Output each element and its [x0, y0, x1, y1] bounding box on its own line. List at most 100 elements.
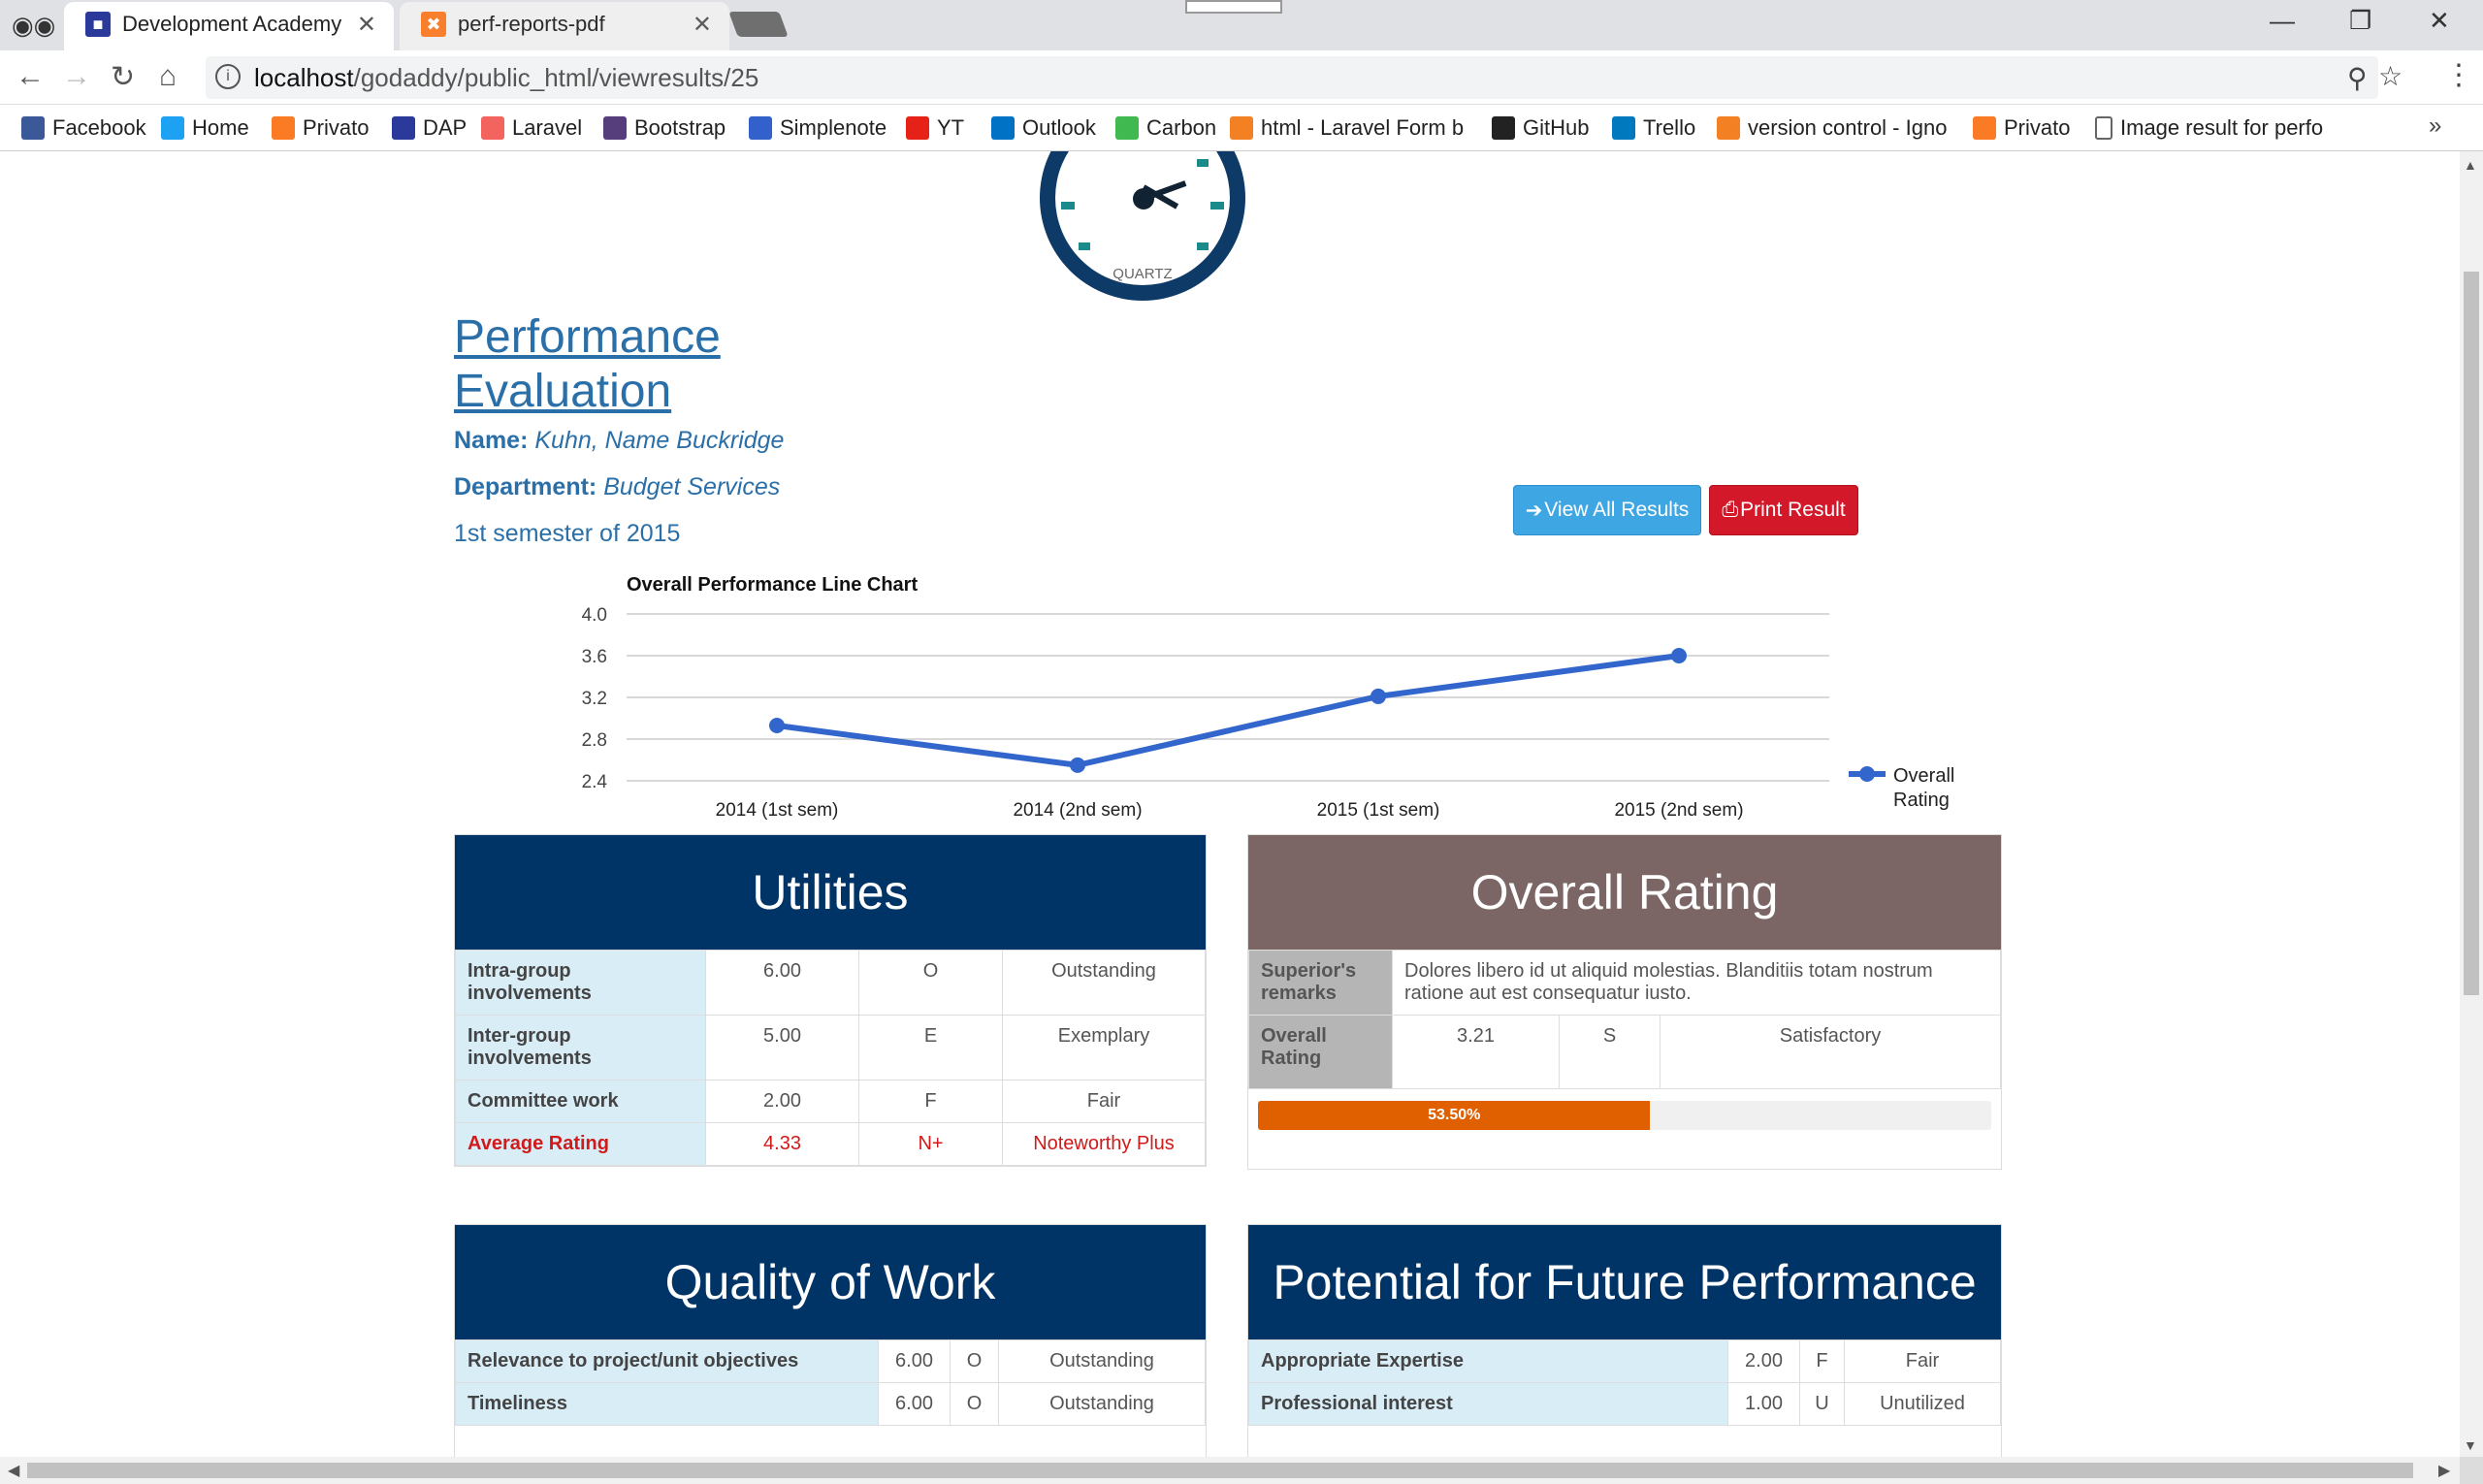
cell-code: O	[858, 950, 1003, 1016]
address-bar[interactable]: i localhost/godaddy/public_html/viewresu…	[206, 56, 2402, 99]
bookmark-5[interactable]: Bootstrap	[603, 113, 726, 144]
bookmark-label: version control - Igno	[1748, 115, 1948, 140]
scroll-up-icon[interactable]: ▲	[2464, 157, 2477, 173]
tab-title: Development Academy c	[122, 12, 345, 36]
xampp-icon: ✖	[421, 12, 446, 37]
info-icon[interactable]: i	[215, 64, 241, 89]
cell-label: Timeliness	[455, 1382, 879, 1426]
y-tick-label: 4.0	[582, 605, 607, 626]
incognito-icon: ◉◉	[12, 11, 56, 40]
panel-title: Overall Rating	[1248, 835, 2001, 950]
utilities-table: Intra-group involvements 6.00 O Outstanding…	[455, 950, 1206, 1166]
horizontal-scrollbar[interactable]: ◀ ▶	[0, 1457, 2460, 1484]
table-row: Professional interest 1.00 U Unutilized	[1248, 1382, 2001, 1426]
vertical-scrollbar[interactable]: ▲ ▼	[2460, 151, 2483, 1457]
bookmark-6[interactable]: Simplenote	[749, 113, 887, 144]
cell-score: 6.00	[878, 1339, 951, 1383]
cell-label: Average Rating	[455, 1122, 706, 1166]
home-icon[interactable]: ⌂	[159, 60, 177, 93]
cell-score: 4.33	[705, 1122, 859, 1166]
overall-desc: Satisfactory	[1660, 1015, 2001, 1089]
bookmark-3[interactable]: DAP	[392, 113, 467, 144]
bookmark-2[interactable]: Privato	[272, 113, 369, 144]
table-row: Overall Rating 3.21 S Satisfactory	[1248, 1015, 2001, 1089]
panel-title: Utilities	[455, 835, 1206, 950]
quality-table: Relevance to project/unit objectives 6.00…	[455, 1339, 1206, 1426]
overall-table: Superior's remarks Dolores libero id ut …	[1248, 950, 2001, 1089]
bookmark-label: Image result for perfo	[2120, 115, 2324, 140]
bookmark-11[interactable]: GitHub	[1492, 113, 1589, 144]
cell-code: O	[950, 1339, 999, 1383]
cell-label: Committee work	[455, 1080, 706, 1123]
carbon-icon	[1115, 116, 1139, 140]
back-icon[interactable]: ←	[16, 60, 45, 93]
new-tab-button[interactable]	[728, 12, 789, 37]
cell-code: F	[1799, 1339, 1845, 1383]
potential-table: Appropriate Expertise 2.00 F Fair Profession…	[1248, 1339, 2001, 1426]
table-row: Inter-group involvements 5.00 E Exemplary	[455, 1015, 1206, 1081]
cell-score: 5.00	[705, 1015, 859, 1081]
bookmark-label: Simplenote	[780, 115, 887, 140]
bookmark-7[interactable]: YT	[906, 113, 964, 144]
more-bookmarks-icon[interactable]: »	[2429, 113, 2441, 140]
cell-desc: Outstanding	[1002, 950, 1206, 1016]
bookmark-13[interactable]: version control - Igno	[1717, 113, 1947, 144]
overall-rating-label: Overall Rating	[1248, 1015, 1393, 1089]
close-window-icon[interactable]: ✕	[2429, 6, 2450, 36]
series-line	[776, 653, 1680, 768]
stackoverflow-icon	[1230, 116, 1253, 140]
bookmark-8[interactable]: Outlook	[991, 113, 1096, 144]
facebook-icon	[21, 116, 45, 140]
bookmark-9[interactable]: Carbon	[1115, 113, 1216, 144]
bookmark-15[interactable]: Image result for perfo	[2095, 113, 2323, 144]
bookmark-label: Privato	[2004, 115, 2071, 140]
menu-icon[interactable]: ⋮	[2444, 58, 2473, 92]
y-tick-label: 2.4	[582, 772, 608, 792]
tab-development-academy[interactable]: ■ Development Academy c ✕	[64, 2, 394, 50]
reload-icon[interactable]: ↻	[111, 60, 135, 94]
cell-code: E	[858, 1015, 1003, 1081]
bookmark-12[interactable]: Trello	[1612, 113, 1695, 144]
url-text[interactable]: localhost/godaddy/public_html/viewresult…	[254, 63, 758, 93]
restore-icon[interactable]: ❐	[2349, 6, 2371, 36]
y-tick-label: 3.2	[582, 689, 607, 709]
table-row: Average Rating 4.33 N+ Noteworthy Plus	[455, 1122, 1206, 1166]
github-icon	[1492, 116, 1515, 140]
bookmark-14[interactable]: Privato	[1973, 113, 2070, 144]
bookmark-0[interactable]: Facebook	[21, 113, 146, 144]
scroll-thumb[interactable]	[2464, 272, 2479, 995]
bookmark-label: Facebook	[52, 115, 146, 140]
bookmark-4[interactable]: Laravel	[481, 113, 582, 144]
browser-toolbar: ← → ↻ ⌂ i localhost/godaddy/public_html/…	[0, 50, 2483, 105]
close-tab-icon[interactable]: ✕	[357, 11, 376, 39]
trello-icon	[1612, 116, 1635, 140]
scroll-thumb[interactable]	[27, 1463, 2413, 1478]
table-row: Relevance to project/unit objectives 6.00…	[455, 1339, 1206, 1383]
quality-of-work-panel: Quality of Work Relevance to project/uni…	[454, 1224, 1207, 1457]
scroll-left-icon[interactable]: ◀	[8, 1461, 19, 1480]
bookmark-label: GitHub	[1523, 115, 1590, 140]
bookmark-1[interactable]: Home	[161, 113, 249, 144]
utilities-panel: Utilities Intra-group involvements 6.00 O O…	[454, 834, 1207, 1167]
scroll-right-icon[interactable]: ▶	[2438, 1461, 2450, 1480]
bookmark-10[interactable]: html - Laravel Form b	[1230, 113, 1464, 144]
overall-rating-panel: Overall Rating Superior's remarks Dolore…	[1247, 834, 2002, 1170]
table-row: Intra-group involvements 6.00 O Outstanding	[455, 950, 1206, 1016]
cell-label: Relevance to project/unit objectives	[455, 1339, 879, 1383]
tab-perf-reports-pdf[interactable]: ✖ perf-reports-pdf ✕	[400, 2, 729, 50]
forward-icon[interactable]: →	[62, 60, 91, 93]
minimize-icon[interactable]: —	[2270, 6, 2295, 36]
cell-desc: Noteworthy Plus	[1002, 1122, 1206, 1166]
y-tick-label: 2.8	[582, 730, 607, 751]
zoom-icon[interactable]: ⚲	[2347, 62, 2368, 94]
scroll-down-icon[interactable]: ▼	[2464, 1437, 2477, 1453]
rating-progress-bar: 53.50%	[1258, 1101, 1991, 1130]
bookmark-label: Privato	[303, 115, 370, 140]
overall-code: S	[1559, 1015, 1661, 1089]
star-icon[interactable]: ☆	[2378, 60, 2402, 92]
bookmark-label: Home	[192, 115, 249, 140]
close-tab-icon[interactable]: ✕	[693, 11, 712, 39]
cell-code: N+	[858, 1122, 1003, 1166]
remarks-text: Dolores libero id ut aliquid molestias. …	[1392, 950, 2001, 1016]
overall-score: 3.21	[1392, 1015, 1560, 1089]
